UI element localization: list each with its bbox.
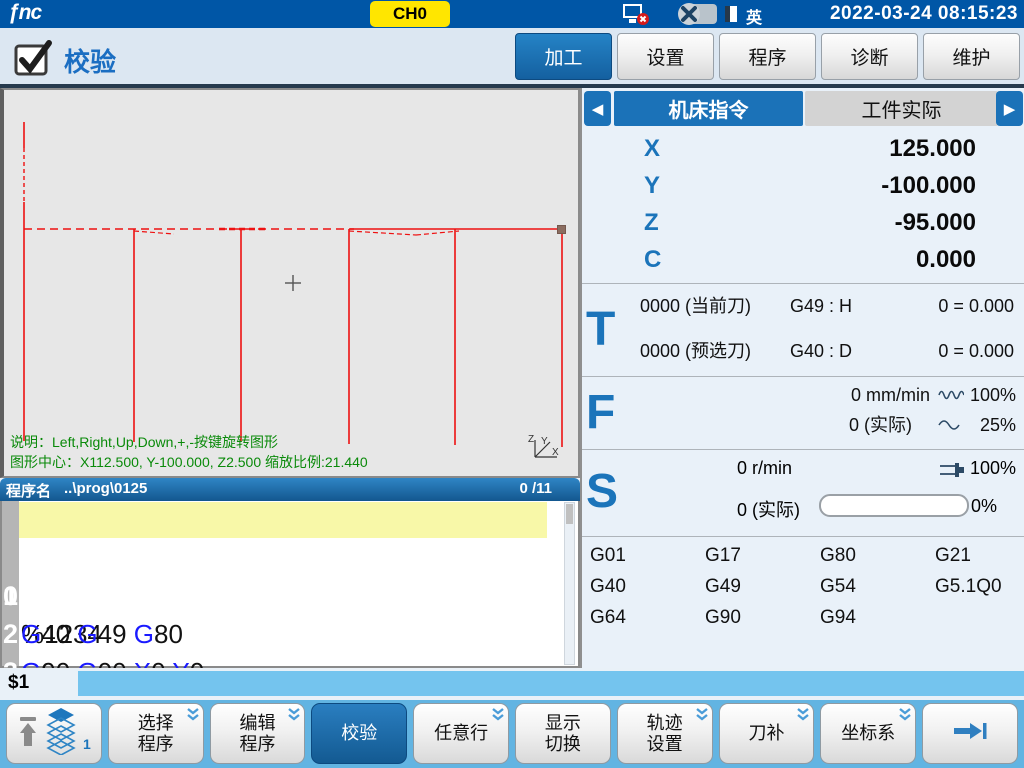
menu-layers-icon xyxy=(46,707,76,760)
title-bar: 校验 加工 设置 程序 诊断 维护 xyxy=(0,28,1024,88)
tab-program[interactable]: 程序 xyxy=(719,33,816,80)
top-status-bar: ƒnc CH0 英 2022-03-24 08:15:23 xyxy=(0,0,1024,28)
program-name-label: 程序名 xyxy=(6,480,51,501)
program-header-bar: 程序名 ..\prog\0125 0 /11 xyxy=(0,478,580,501)
softkey-edit-program[interactable]: 编辑程序 xyxy=(210,703,306,764)
spindle-command-speed: 0 r/min xyxy=(737,458,792,479)
softkey-select-program[interactable]: 选择程序 xyxy=(108,703,204,764)
svg-text:Z: Z xyxy=(528,434,534,445)
spindle-section: S 0 r/min 100% 0 (实际) 0% xyxy=(582,449,1024,536)
axis-row-y: Y -100.000 xyxy=(582,167,1024,205)
spindle-load-bar xyxy=(819,494,969,517)
feed-wave-slow-icon xyxy=(938,413,964,437)
next-menu-arrow-icon xyxy=(950,719,990,748)
channel-label: $1 xyxy=(8,672,29,694)
tool-position-marker xyxy=(558,226,566,234)
softkey-coordinate-system[interactable]: 坐标系 xyxy=(820,703,916,764)
chevron-down-icon xyxy=(186,707,200,728)
softkey-display-switch[interactable]: 显示切换 xyxy=(515,703,611,764)
softkey-tool-compensation[interactable]: 刀补 xyxy=(719,703,815,764)
program-line-counter: 0 /11 xyxy=(519,480,552,497)
program-listing[interactable]: 0 %1234 1 G40 G49 G80 2 G90 G00 X0 Y0 3 … xyxy=(0,501,580,668)
program-line[interactable]: 3 Z10 xyxy=(2,615,578,653)
svg-text:Y: Y xyxy=(541,436,548,447)
tool-info-section: T 0000 (当前刀) G49 : H 0 = 0.000 0000 (预选刀… xyxy=(582,283,1024,376)
language-indicator[interactable]: 英 xyxy=(746,4,762,28)
channel-badge[interactable]: CH0 xyxy=(370,1,450,27)
current-tool-row: 0000 (当前刀) G49 : H 0 = 0.000 xyxy=(582,294,1024,318)
chevron-down-icon xyxy=(287,707,301,728)
toolpath-preview-panel[interactable]: Z Y X 说明：Left,Right,Up,Down,+,-按键旋转图形 图形… xyxy=(0,88,580,478)
axis-row-c: C 0.000 xyxy=(582,241,1024,279)
datetime-display: 2022-03-24 08:15:23 xyxy=(830,3,1018,25)
softkey-verify[interactable]: 校验 xyxy=(311,703,407,764)
program-line-current[interactable]: 0 %1234 xyxy=(2,501,578,539)
mute-icon[interactable] xyxy=(676,3,718,30)
scrollbar-thumb[interactable] xyxy=(566,504,573,524)
program-path: ..\prog\0125 xyxy=(64,480,147,497)
spindle-load-pct: 0% xyxy=(971,496,997,517)
chevron-down-icon xyxy=(491,707,505,728)
softkey-menu-level[interactable]: 1 xyxy=(6,703,102,764)
chevron-down-icon xyxy=(898,707,912,728)
tab-machining[interactable]: 加工 xyxy=(515,33,612,80)
tab-maintenance[interactable]: 维护 xyxy=(923,33,1020,80)
chevron-down-icon xyxy=(695,707,709,728)
panel-toggle-icon[interactable] xyxy=(724,5,738,28)
feed-command-row: 0 mm/min 100% xyxy=(851,383,1016,407)
return-up-icon xyxy=(17,713,39,754)
softkey-any-line[interactable]: 任意行 xyxy=(413,703,509,764)
graph-hint-text: 说明：Left,Right,Up,Down,+,-按键旋转图形 xyxy=(10,432,278,452)
prev-view-arrow[interactable]: ◀ xyxy=(584,91,611,126)
cnc-screen: ƒnc CH0 英 2022-03-24 08:15:23 xyxy=(0,0,1024,768)
machine-status-panel: ◀ 机床指令 工件实际 ▶ X 125.000 Y -100.000 Z -95… xyxy=(580,88,1024,668)
program-scrollbar[interactable] xyxy=(564,502,575,665)
graph-center-text: 图形中心：X112.500, Y-100.000, Z2.500 缩放比例:21… xyxy=(10,452,368,472)
preselect-tool-row: 0000 (预选刀) G40 : D 0 = 0.000 xyxy=(582,339,1024,363)
spindle-override-pct: 100% xyxy=(964,458,1016,479)
softkey-bar: 1 选择程序 编辑程序 校验 任意行 显示切换 轨迹设置 刀补 xyxy=(0,700,1024,768)
feed-letter: F xyxy=(586,389,615,437)
tab-settings[interactable]: 设置 xyxy=(617,33,714,80)
tab-diagnosis[interactable]: 诊断 xyxy=(821,33,918,80)
menu-level-badge: 1 xyxy=(83,734,91,755)
axis-position-display: X 125.000 Y -100.000 Z -95.000 C 0.000 xyxy=(582,128,1024,283)
feed-wave-fast-icon xyxy=(938,383,964,407)
axis-row-z: Z -95.000 xyxy=(582,204,1024,242)
spindle-actual-speed: 0 (实际) xyxy=(737,496,800,522)
spindle-letter: S xyxy=(586,468,618,516)
current-line-highlight xyxy=(19,502,547,538)
feedrate-section: F 0 mm/min 100% 0 (实际) 25% xyxy=(582,376,1024,449)
graph-center-crosshair xyxy=(285,275,301,291)
softkey-next-menu[interactable] xyxy=(922,703,1018,764)
program-line[interactable]: 2 G90 G00 X0 Y0 xyxy=(2,577,578,615)
tab-machine-command[interactable]: 机床指令 xyxy=(614,91,803,126)
main-tab-bar: 加工 设置 程序 诊断 维护 xyxy=(515,33,1020,80)
next-view-arrow[interactable]: ▶ xyxy=(996,91,1023,126)
axis-row-x: X 125.000 xyxy=(582,130,1024,168)
modal-gcode-section: G01G17G80G21 G40G49G54G5.1Q0 G64G90G94 xyxy=(582,536,1024,667)
svg-text:X: X xyxy=(552,447,559,458)
feed-actual-row: 0 (实际) 25% xyxy=(849,413,1016,437)
softkey-track-settings[interactable]: 轨迹设置 xyxy=(617,703,713,764)
hnc-logo: ƒnc xyxy=(8,1,41,25)
gcode-grid: G01G17G80G21 G40G49G54G5.1Q0 G64G90G94 xyxy=(590,545,1002,638)
channel-message-bar xyxy=(78,671,1024,696)
position-view-header: ◀ 机床指令 工件实际 ▶ xyxy=(583,90,1024,128)
tab-workpiece-actual[interactable]: 工件实际 xyxy=(805,91,998,126)
page-title: 校验 xyxy=(64,42,116,79)
toolpath-drawing: Z Y X xyxy=(4,90,576,474)
chevron-down-icon xyxy=(796,707,810,728)
channel-status-bar: $1 xyxy=(0,668,1024,700)
spindle-icon xyxy=(938,462,966,483)
verify-check-icon xyxy=(12,36,56,85)
program-line[interactable]: 1 G40 G49 G80 xyxy=(2,539,578,577)
network-error-icon xyxy=(622,3,652,31)
